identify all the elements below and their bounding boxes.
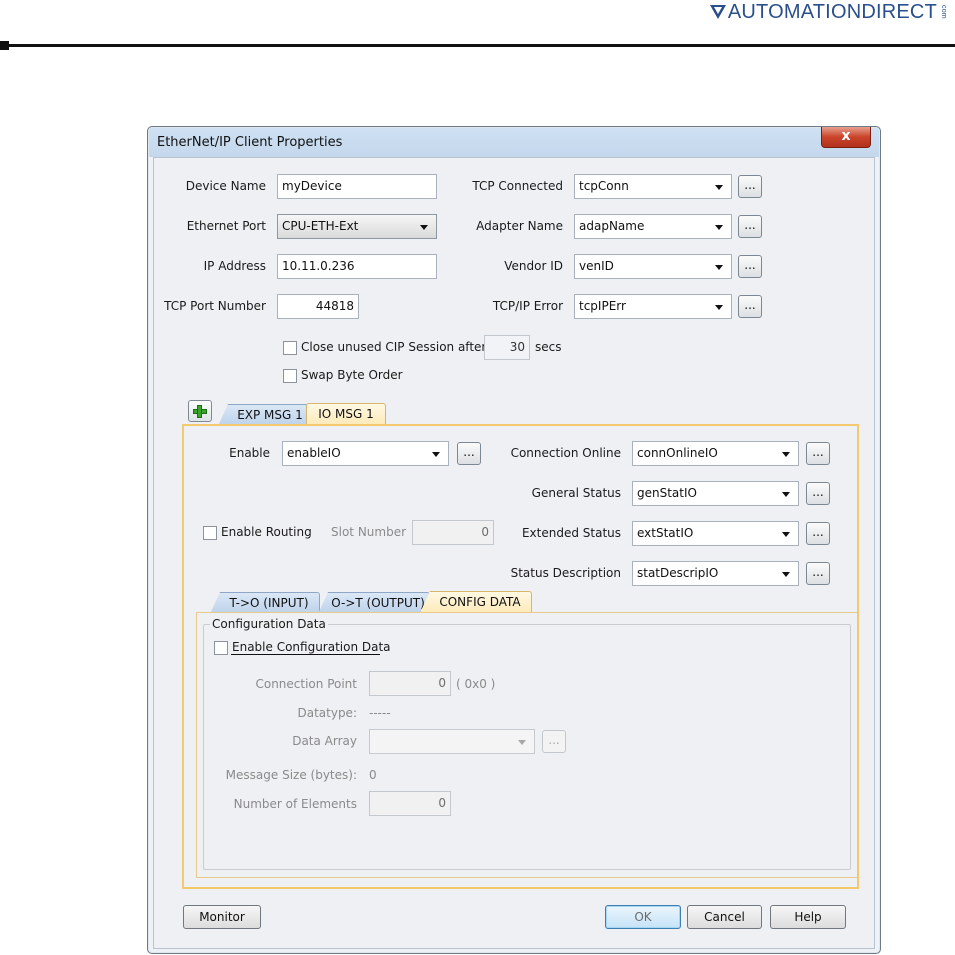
enable-configuration-checkbox[interactable] — [214, 641, 228, 655]
chevron-down-icon — [420, 225, 428, 230]
close-session-unit: secs — [535, 340, 562, 354]
status-description-label: Status Description — [510, 566, 621, 580]
data-array-browse-button[interactable]: ... — [542, 730, 566, 753]
datatype-value: ----- — [369, 706, 391, 720]
chevron-down-icon — [782, 452, 790, 457]
tcpip-error-value: tcpIPErr — [579, 299, 626, 313]
extended-status-value: extStatIO — [637, 526, 694, 540]
connection-online-browse-button[interactable]: ... — [806, 442, 830, 465]
tcp-port-label: TCP Port Number — [164, 299, 266, 313]
general-status-select[interactable]: genStatIO — [632, 481, 799, 506]
chevron-down-icon — [432, 452, 440, 457]
ok-button[interactable]: OK — [605, 905, 681, 929]
tcp-port-input[interactable]: 44818 — [277, 294, 359, 319]
extended-status-label: Extended Status — [521, 526, 621, 540]
help-button[interactable]: Help — [770, 905, 846, 929]
vendor-id-label: Vendor ID — [504, 259, 563, 273]
chevron-down-icon — [782, 572, 790, 577]
brand-chevron-icon — [709, 5, 726, 19]
swap-byte-checkbox[interactable] — [283, 369, 297, 383]
close-session-checkbox[interactable] — [283, 341, 297, 355]
tcp-connected-select[interactable]: tcpConn — [574, 174, 732, 199]
status-description-select[interactable]: statDescripIO — [632, 561, 799, 586]
connection-online-select[interactable]: connOnlineIO — [632, 441, 799, 466]
number-of-elements-input[interactable]: 0 — [369, 791, 451, 816]
brand-text: AUTOMATIONDIRECT — [727, 0, 937, 23]
cancel-button[interactable]: Cancel — [687, 905, 762, 929]
chevron-down-icon — [518, 740, 526, 745]
close-button[interactable]: x — [821, 127, 871, 148]
connection-point-label: Connection Point — [255, 677, 357, 691]
enable-configuration-label: Enable Configuration Data — [232, 640, 391, 654]
ip-address-input[interactable]: 10.11.0.236 — [277, 254, 437, 279]
status-description-browse-button[interactable]: ... — [806, 562, 830, 585]
message-size-label: Message Size (bytes): — [225, 768, 357, 782]
general-status-browse-button[interactable]: ... — [806, 482, 830, 505]
connection-online-label: Connection Online — [510, 446, 621, 460]
add-message-button[interactable] — [188, 400, 212, 422]
chevron-down-icon — [715, 225, 723, 230]
tcp-connected-value: tcpConn — [579, 179, 629, 193]
vendor-id-value: venID — [579, 259, 614, 273]
status-description-value: statDescripIO — [637, 566, 719, 580]
monitor-button[interactable]: Monitor — [183, 905, 261, 929]
message-size-value: 0 — [369, 768, 377, 782]
adapter-name-label: Adapter Name — [476, 219, 563, 233]
data-array-select[interactable] — [369, 729, 535, 754]
general-status-label: General Status — [531, 486, 621, 500]
enable-routing-label: Enable Routing — [221, 525, 312, 539]
tcpip-error-browse-button[interactable]: ... — [738, 295, 762, 318]
ip-address-label: IP Address — [203, 259, 266, 273]
tcpip-error-label: TCP/IP Error — [492, 299, 563, 313]
close-session-seconds-input[interactable]: 30 — [484, 335, 530, 360]
ethernet-port-label: Ethernet Port — [186, 219, 266, 233]
chevron-down-icon — [715, 305, 723, 310]
tab-input[interactable]: T->O (INPUT) — [210, 592, 320, 614]
brand-mark: com — [940, 5, 947, 19]
device-name-label: Device Name — [185, 179, 266, 193]
device-name-input[interactable]: myDevice — [277, 174, 437, 199]
vendor-id-browse-button[interactable]: ... — [738, 255, 762, 278]
chevron-down-icon — [715, 265, 723, 270]
tcpip-error-select[interactable]: tcpIPErr — [574, 294, 732, 319]
enable-routing-checkbox[interactable] — [203, 526, 217, 540]
connection-online-value: connOnlineIO — [637, 446, 718, 460]
vendor-id-select[interactable]: venID — [574, 254, 732, 279]
tcp-connected-label: TCP Connected — [472, 179, 563, 193]
chevron-down-icon — [782, 532, 790, 537]
tab-io-msg-1[interactable]: IO MSG 1 — [306, 403, 386, 425]
close-session-label: Close unused CIP Session after — [301, 340, 487, 354]
connection-point-hex: ( 0x0 ) — [456, 677, 496, 691]
ok-button-label: OK — [634, 910, 652, 924]
swap-byte-label: Swap Byte Order — [301, 368, 403, 382]
ethernet-port-select[interactable]: CPU-ETH-Ext — [277, 214, 437, 239]
data-array-label: Data Array — [292, 734, 357, 748]
datatype-label: Datatype: — [297, 706, 357, 720]
number-of-elements-label: Number of Elements — [233, 797, 357, 811]
enable-value: enableIO — [287, 446, 341, 460]
tab-config-data[interactable]: CONFIG DATA — [420, 591, 532, 613]
configuration-data-title: Configuration Data — [210, 617, 328, 631]
adapter-name-browse-button[interactable]: ... — [738, 215, 762, 238]
chevron-down-icon — [715, 185, 723, 190]
ethernet-port-value: CPU-ETH-Ext — [282, 219, 359, 233]
enable-select[interactable]: enableIO — [282, 441, 449, 466]
enable-browse-button[interactable]: ... — [457, 442, 481, 465]
adapter-name-value: adapName — [579, 219, 645, 233]
general-status-value: genStatIO — [637, 486, 697, 500]
extended-status-browse-button[interactable]: ... — [806, 522, 830, 545]
slot-number-label: Slot Number — [331, 525, 407, 539]
header-rule — [0, 44, 955, 47]
tab-exp-msg-1[interactable]: EXP MSG 1 — [218, 404, 314, 426]
tcp-connected-browse-button[interactable]: ... — [738, 175, 762, 198]
dialog-title: EtherNet/IP Client Properties — [157, 135, 343, 150]
brand-logo: AUTOMATIONDIRECT com — [709, 0, 947, 24]
focus-underline — [231, 654, 380, 655]
enable-label: Enable — [229, 446, 270, 460]
connection-point-input[interactable]: 0 — [369, 671, 451, 696]
chevron-down-icon — [782, 492, 790, 497]
extended-status-select[interactable]: extStatIO — [632, 521, 799, 546]
tab-output[interactable]: O->T (OUTPUT) — [318, 592, 430, 614]
adapter-name-select[interactable]: adapName — [574, 214, 732, 239]
